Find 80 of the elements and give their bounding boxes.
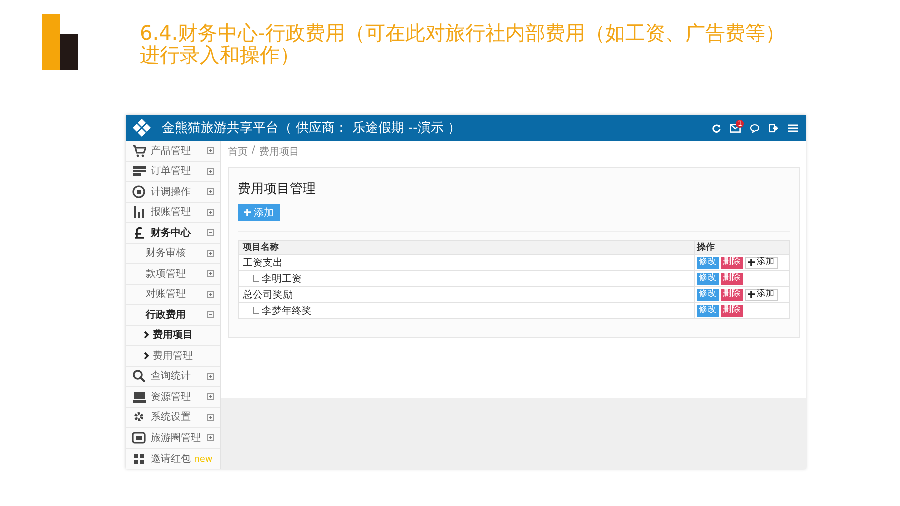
column-header: 项目名称: [238, 240, 694, 254]
delete-button[interactable]: 删除: [721, 304, 743, 316]
sidebar-subitem[interactable]: 费用项目: [126, 326, 220, 346]
expand-icon[interactable]: [207, 188, 214, 196]
sidebar-item-label: 产品管理: [151, 144, 192, 158]
panel-title: 费用项目管理: [238, 181, 316, 198]
delete-button[interactable]: 删除: [721, 256, 743, 268]
column-header: 操作: [694, 240, 790, 254]
edit-button[interactable]: 修改: [697, 304, 719, 316]
edit-button[interactable]: 修改: [697, 272, 719, 284]
logo-icon: [42, 14, 78, 70]
expand-icon[interactable]: [207, 147, 214, 154]
expand-icon[interactable]: [207, 372, 214, 380]
sidebar-item-label: 款项管理: [146, 268, 187, 281]
chat-icon[interactable]: [750, 124, 760, 132]
sidebar-item[interactable]: 旅游圈管理: [126, 428, 220, 448]
add-child-button[interactable]: 添加: [745, 288, 778, 300]
delete-button[interactable]: 删除: [721, 288, 743, 300]
sidebar-item[interactable]: 资源管理: [126, 387, 220, 408]
chevron-icon: [144, 331, 150, 340]
sidebar-item-label: 费用管理: [153, 350, 194, 363]
collapse-icon[interactable]: [207, 311, 214, 318]
sidebar-item[interactable]: 系统设置: [126, 408, 220, 428]
expand-icon[interactable]: [207, 414, 214, 421]
sidebar-item[interactable]: 财务中心: [126, 223, 220, 244]
sidebar-item[interactable]: 查询统计: [126, 366, 220, 387]
expand-icon[interactable]: [207, 270, 214, 278]
add-button[interactable]: 添加: [238, 204, 280, 221]
chevron-icon: [144, 352, 150, 360]
tree-branch-icon: [253, 274, 259, 282]
sidebar-item-label: 旅游圈管理: [151, 432, 202, 445]
expand-icon[interactable]: [207, 434, 214, 442]
expand-icon[interactable]: [207, 393, 214, 400]
logo-icon: [132, 118, 152, 138]
expand-icon[interactable]: [207, 208, 214, 216]
tree-branch-icon: [253, 306, 259, 314]
sidebar-subitem[interactable]: 对账管理: [126, 284, 220, 305]
slide-title: 6.4.财务中心-行政费用（可在此对旅行社内部费用（如工资、广告费等）进行录入和操作）: [140, 22, 786, 66]
plus-icon: [244, 209, 251, 216]
sidebar-item-label: 订单管理: [151, 164, 192, 178]
sidebar-item-label: 系统设置: [151, 410, 192, 424]
sidebar-item[interactable]: 产品管理: [126, 141, 220, 162]
sidebar-item-label: 财务审核: [146, 246, 187, 260]
expand-icon[interactable]: [207, 250, 214, 257]
sidebar-item-label: 邀请红包 new: [151, 452, 214, 466]
sidebar-item[interactable]: 邀请红包 new: [126, 448, 220, 469]
edit-button[interactable]: 修改: [697, 288, 719, 300]
sidebar-item-label: 查询统计: [151, 370, 192, 384]
plus-icon: [748, 291, 755, 298]
sidebar-subitem[interactable]: 费用管理: [126, 346, 220, 366]
breadcrumb-separator: /: [252, 145, 256, 158]
table-cell: 李梦年终奖: [238, 302, 694, 318]
table-cell: 工资支出: [238, 254, 694, 270]
sidebar-item[interactable]: 计调操作: [126, 182, 220, 202]
expand-icon[interactable]: [207, 290, 214, 298]
edit-button[interactable]: 修改: [697, 256, 719, 268]
refresh-icon[interactable]: [712, 124, 721, 132]
sidebar-item[interactable]: 报账管理: [126, 202, 220, 223]
sidebar-item-label: 行政费用: [146, 308, 187, 322]
sidebar-item-label: 资源管理: [151, 390, 192, 404]
sidebar-subitem[interactable]: 行政费用: [126, 305, 220, 326]
delete-button[interactable]: 删除: [721, 272, 743, 284]
sidebar-subitem[interactable]: 款项管理: [126, 264, 220, 284]
table-cell: 总公司奖励: [238, 286, 694, 302]
sidebar-item-label: 对账管理: [146, 288, 187, 302]
breadcrumb-item[interactable]: 首页: [228, 145, 248, 159]
expand-icon[interactable]: [207, 168, 214, 175]
sidebar-item-label: 财务中心: [151, 226, 192, 240]
app-title: 金熊猫旅游共享平台（ 供应商： 乐途假期 --演示 ）: [162, 120, 462, 137]
sidebar-item-label: 计调操作: [151, 186, 192, 199]
sidebar-item-label: 报账管理: [151, 206, 192, 220]
plus-icon: [748, 259, 755, 266]
sidebar-item-label: 费用项目: [153, 328, 194, 342]
breadcrumb-item[interactable]: 费用项目: [259, 145, 300, 159]
table-cell: 李明工资: [238, 270, 694, 286]
sidebar-item[interactable]: 订单管理: [126, 162, 220, 182]
add-child-button[interactable]: 添加: [745, 256, 778, 268]
sign-out-icon[interactable]: [769, 124, 779, 132]
collapse-icon[interactable]: [207, 229, 214, 236]
sidebar-subitem[interactable]: 财务审核: [126, 244, 220, 264]
